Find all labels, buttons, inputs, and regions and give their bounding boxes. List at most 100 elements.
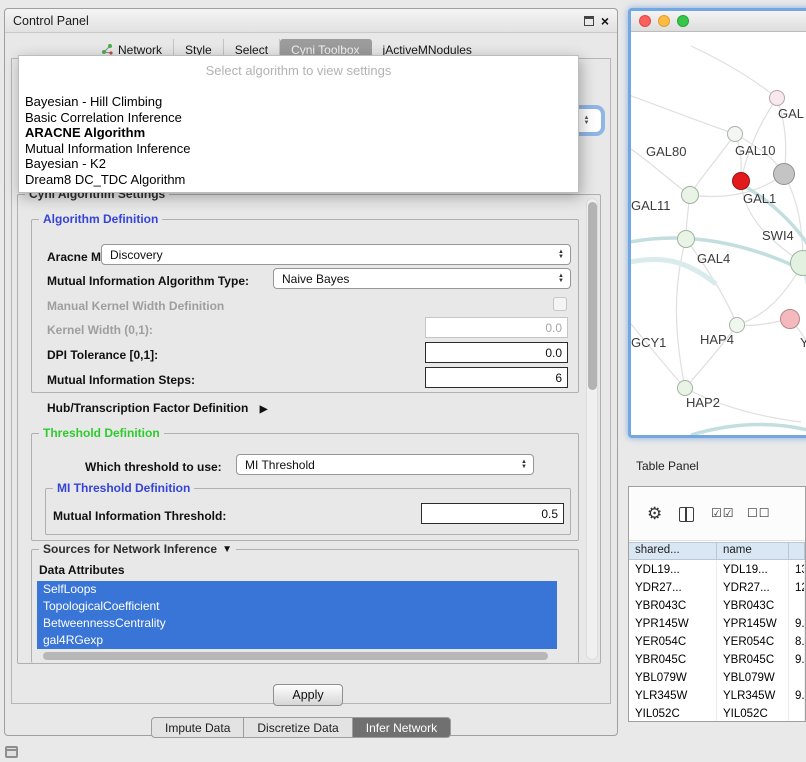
attribute-item[interactable]: BetweennessCentrality bbox=[37, 615, 557, 632]
expanded-arrow-icon: ▼ bbox=[222, 544, 232, 555]
minimize-window-button[interactable] bbox=[658, 15, 670, 27]
which-threshold-value: MI Threshold bbox=[237, 458, 517, 472]
attribute-item[interactable]: SelfLoops bbox=[37, 581, 557, 598]
close-window-button[interactable] bbox=[639, 15, 651, 27]
network-node[interactable] bbox=[681, 186, 699, 204]
table-row[interactable]: YLR345WYLR345W9. bbox=[629, 687, 805, 705]
node-label: GCY1 bbox=[631, 335, 666, 350]
algorithm-option[interactable]: Bayesian - K2 bbox=[19, 156, 578, 172]
table-header-row: shared... name bbox=[629, 542, 805, 560]
horizontal-scrollbar-thumb[interactable] bbox=[43, 652, 548, 660]
aracne-mode-combobox[interactable]: Discovery ▲▼ bbox=[101, 244, 571, 265]
combobox-stepper-icon: ▲▼ bbox=[517, 460, 531, 470]
gear-icon[interactable]: ⚙ bbox=[647, 505, 662, 522]
which-threshold-label: Which threshold to use: bbox=[85, 460, 222, 474]
combobox-stepper-icon: ▲▼ bbox=[554, 250, 568, 260]
node-label: GAL1 bbox=[743, 191, 776, 206]
kernel-width-input[interactable] bbox=[425, 317, 568, 338]
node-label: GAL10 bbox=[735, 143, 775, 158]
mi-threshold-group-title: MI Threshold Definition bbox=[53, 481, 194, 495]
node-label: Y bbox=[800, 335, 806, 350]
mi-algorithm-type-value: Naive Bayes bbox=[274, 272, 554, 286]
tab-discretize-data[interactable]: Discretize Data bbox=[244, 717, 352, 738]
node-label: GAL11 bbox=[631, 198, 671, 213]
combobox-stepper-icon: ▲▼ bbox=[584, 116, 590, 126]
network-node-red[interactable] bbox=[732, 172, 750, 190]
network-node[interactable] bbox=[769, 90, 785, 106]
mi-threshold-label: Mutual Information Threshold: bbox=[53, 509, 226, 523]
close-panel-icon[interactable]: × bbox=[601, 15, 609, 27]
algorithm-option[interactable]: Mutual Information Inference bbox=[19, 141, 578, 157]
network-canvas[interactable]: GAL80 GAL10 GAL11 GAL1 SWI4 GAL4 GCY1 HA… bbox=[631, 32, 806, 435]
mi-steps-input[interactable] bbox=[425, 367, 568, 388]
table-row[interactable]: YDR27...YDR27...12 bbox=[629, 579, 805, 597]
dpi-tolerance-label: DPI Tolerance [0,1]: bbox=[47, 348, 158, 362]
network-node[interactable] bbox=[677, 230, 695, 248]
apply-button[interactable]: Apply bbox=[273, 684, 343, 706]
node-label: HAP2 bbox=[686, 395, 720, 410]
network-icon bbox=[102, 44, 113, 55]
table-panel-title: Table Panel bbox=[636, 459, 699, 473]
attribute-item[interactable]: TopologicalCoefficient bbox=[37, 598, 557, 615]
algorithm-option[interactable]: Bayesian - Hill Climbing bbox=[19, 94, 578, 110]
column-header-name[interactable]: name bbox=[717, 543, 789, 559]
algorithm-option[interactable]: Basic Correlation Inference bbox=[19, 110, 578, 126]
node-label: GAL80 bbox=[646, 144, 686, 159]
restore-panel-icon[interactable] bbox=[5, 746, 18, 758]
settings-scrollbar-thumb[interactable] bbox=[588, 202, 597, 390]
node-label: GAL bbox=[778, 106, 804, 121]
algorithm-option[interactable]: Dream8 DC_TDC Algorithm bbox=[19, 172, 578, 188]
manual-kernel-width-checkbox[interactable] bbox=[553, 297, 567, 311]
algorithm-option-selected[interactable]: ARACNE Algorithm bbox=[19, 125, 578, 141]
network-view-window: GAL80 GAL10 GAL11 GAL1 SWI4 GAL4 GCY1 HA… bbox=[628, 8, 806, 438]
data-attributes-list: SelfLoops TopologicalCoefficient Between… bbox=[37, 581, 557, 649]
tab-infer-network[interactable]: Infer Network bbox=[353, 717, 451, 738]
node-label: GAL4 bbox=[697, 251, 730, 266]
table-toolbar: ⚙ ☑☑ ☐☐ bbox=[629, 487, 805, 541]
control-panel-title: Control Panel bbox=[13, 14, 89, 28]
float-panel-icon[interactable] bbox=[584, 16, 594, 26]
mi-algorithm-type-label: Mutual Information Algorithm Type: bbox=[47, 274, 249, 288]
network-node-gray[interactable] bbox=[773, 163, 795, 185]
node-label: SWI4 bbox=[762, 228, 794, 243]
table-row[interactable]: YER054CYER054C8. bbox=[629, 633, 805, 651]
kernel-width-label: Kernel Width (0,1): bbox=[47, 323, 153, 337]
column-header-shared-name[interactable]: shared... bbox=[629, 543, 717, 559]
table-row[interactable]: YPR145WYPR145W9. bbox=[629, 615, 805, 633]
desktop: Control Panel × Network Style bbox=[0, 0, 806, 762]
uncheck-columns-icon[interactable]: ☐☐ bbox=[747, 506, 771, 520]
table-row[interactable]: YBR043CYBR043C bbox=[629, 597, 805, 615]
which-threshold-combobox[interactable]: MI Threshold ▲▼ bbox=[236, 454, 534, 475]
network-node[interactable] bbox=[729, 317, 745, 333]
network-node[interactable] bbox=[677, 380, 693, 396]
hub-definition-expander[interactable]: Hub/Transcription Factor Definition ▶ bbox=[47, 401, 267, 415]
network-node[interactable] bbox=[727, 126, 743, 142]
combobox-stepper-icon: ▲▼ bbox=[554, 274, 568, 284]
algorithm-definition-title: Algorithm Definition bbox=[39, 212, 162, 226]
check-columns-icon[interactable]: ☑☑ bbox=[711, 506, 735, 520]
aracne-mode-value: Discovery bbox=[102, 248, 554, 262]
mi-threshold-input[interactable] bbox=[421, 503, 564, 524]
collapsed-arrow-icon: ▶ bbox=[260, 404, 268, 415]
bottom-tabs: Impute Data Discretize Data Infer Networ… bbox=[151, 717, 451, 738]
zoom-window-button[interactable] bbox=[677, 15, 689, 27]
network-window-titlebar bbox=[631, 11, 806, 32]
table-body: YDL19...YDL19...13 YDR27...YDR27...12 YB… bbox=[629, 561, 805, 721]
columns-icon[interactable] bbox=[679, 507, 694, 522]
threshold-definition-title: Threshold Definition bbox=[39, 426, 164, 440]
attribute-item[interactable]: gal4RGexp bbox=[37, 632, 557, 649]
manual-kernel-width-label: Manual Kernel Width Definition bbox=[47, 299, 224, 313]
table-row[interactable]: YDL19...YDL19...13 bbox=[629, 561, 805, 579]
table-row[interactable]: YIL052CYIL052C bbox=[629, 705, 805, 722]
dpi-tolerance-input[interactable] bbox=[425, 342, 568, 363]
tab-impute-data[interactable]: Impute Data bbox=[151, 717, 244, 738]
node-label: HAP4 bbox=[700, 332, 734, 347]
network-node-pink[interactable] bbox=[780, 309, 800, 329]
algorithm-placeholder: Select algorithm to view settings bbox=[19, 56, 578, 94]
mi-algorithm-type-combobox[interactable]: Naive Bayes ▲▼ bbox=[273, 268, 571, 289]
table-row[interactable]: YBR045CYBR045C9. bbox=[629, 651, 805, 669]
sources-expander[interactable]: Sources for Network Inference ▼ bbox=[39, 542, 236, 556]
column-header[interactable] bbox=[789, 543, 805, 559]
table-row[interactable]: YBL079WYBL079W bbox=[629, 669, 805, 687]
mi-steps-label: Mutual Information Steps: bbox=[47, 373, 195, 387]
